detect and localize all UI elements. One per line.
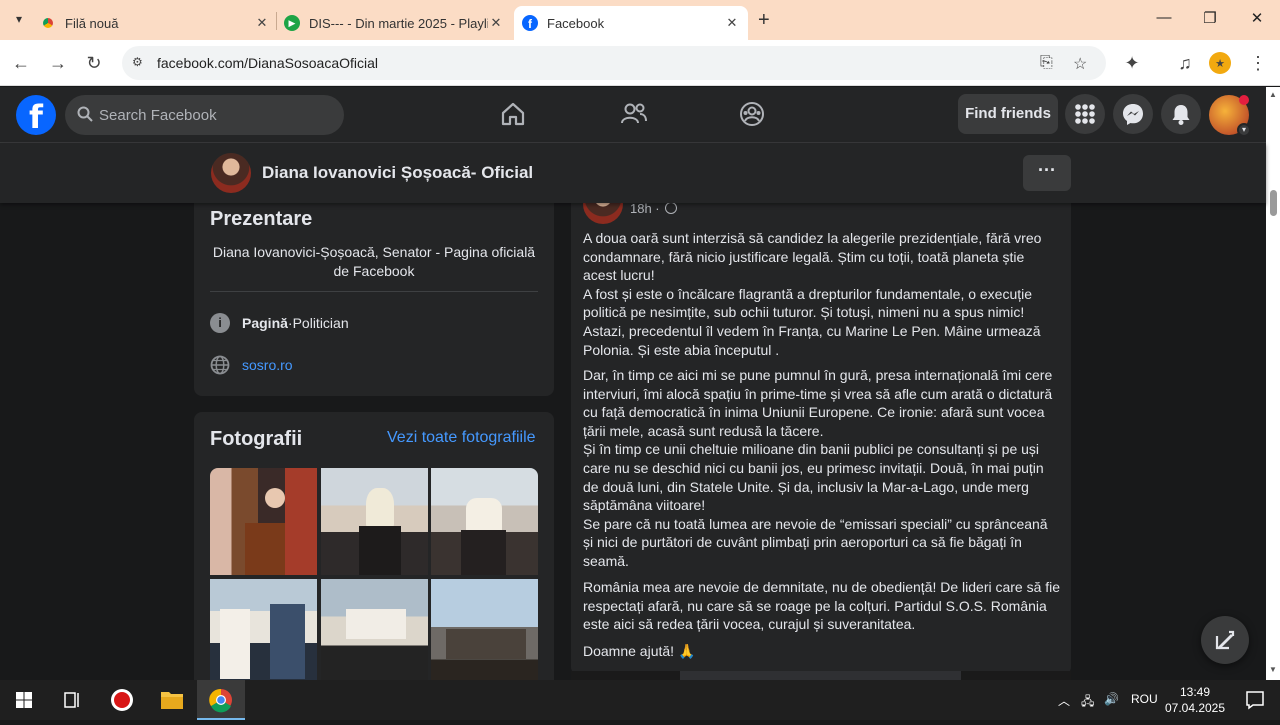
messenger-icon[interactable]	[1113, 94, 1153, 134]
close-icon[interactable]: ✕	[724, 15, 740, 31]
photo-thumbnail[interactable]	[321, 579, 428, 686]
volume-icon[interactable]: 🔊	[1104, 692, 1119, 706]
groups-icon[interactable]	[739, 101, 767, 129]
notifications-bell-icon[interactable]	[1161, 94, 1201, 134]
chrome-icon	[40, 15, 56, 31]
search-input[interactable]	[99, 95, 329, 135]
media-control-icon[interactable]: ♫	[1173, 51, 1197, 75]
photo-thumbnail[interactable]	[431, 579, 538, 686]
category-row: i Pagină · Politician	[210, 313, 349, 333]
install-app-icon[interactable]: ⎘	[1040, 54, 1053, 72]
photo-thumbnail[interactable]	[321, 468, 428, 575]
category-label: Pagină	[242, 315, 288, 331]
post-paragraph-text: Dar, în timp ce aici mi se pune pumnul î…	[583, 367, 1053, 569]
post-paragraph-text: A doua oară sunt interzisă să candidez l…	[583, 230, 1042, 358]
post-paragraph: România mea are nevoie de demnitate, nu …	[583, 578, 1061, 634]
find-friends-button[interactable]: Find friends	[958, 94, 1058, 134]
divider	[210, 291, 538, 292]
action-center-icon[interactable]	[1232, 680, 1280, 720]
tab-facebook[interactable]: f Facebook ✕	[514, 6, 748, 40]
tab-new-tab[interactable]: Filă nouă ✕	[40, 6, 270, 40]
facebook-icon: f	[522, 15, 538, 31]
scroll-thumb[interactable]	[1270, 190, 1277, 216]
menu-grid-icon[interactable]	[1065, 94, 1105, 134]
page-name[interactable]: Diana Iovanovici Șoșoacă- Oficial	[262, 163, 533, 183]
facebook-search[interactable]	[65, 95, 344, 135]
clock-time: 13:49	[1179, 685, 1211, 699]
photo-thumbnail[interactable]	[210, 579, 317, 686]
scroll-down-icon[interactable]: ▼	[1269, 665, 1277, 674]
back-button[interactable]: ←	[9, 51, 33, 75]
website-row: sosro.ro	[210, 355, 293, 375]
window-close-button[interactable]: ✕	[1247, 9, 1267, 27]
site-info-icon[interactable]: ⚙	[132, 55, 148, 71]
profile-icon[interactable]: ★	[1209, 52, 1231, 74]
clock-date: 07.04.2025	[1164, 701, 1226, 715]
play-icon: ▶	[284, 15, 300, 31]
post-paragraph-text: Doamne ajută! 🙏	[583, 643, 696, 659]
post-meta: 18h ·	[630, 201, 678, 216]
windows-taskbar: ︿ 🖧 🔊 ROU 13:49 07.04.2025	[0, 680, 1280, 720]
post-paragraph-text: România mea are nevoie de demnitate, nu …	[583, 579, 1061, 633]
browser-toolbar: ← → ↻ ⚙ facebook.com/DianaSosoacaOficial…	[0, 40, 1280, 86]
record-app-icon[interactable]	[98, 680, 146, 720]
address-bar[interactable]: ⚙ facebook.com/DianaSosoacaOficial ⎘ ☆	[122, 46, 1106, 80]
account-avatar[interactable]: ▾	[1209, 95, 1251, 137]
photos-title: Fotografii	[210, 428, 303, 450]
file-explorer-icon[interactable]	[148, 680, 196, 720]
network-icon[interactable]: 🖧	[1081, 692, 1094, 713]
page-avatar[interactable]	[211, 153, 251, 193]
url-text: facebook.com/DianaSosoacaOficial	[157, 55, 379, 71]
restore-button[interactable]: ❐	[1200, 9, 1220, 27]
scroll-up-icon[interactable]: ▲	[1269, 90, 1277, 99]
extensions-icon[interactable]: ✦	[1120, 51, 1144, 75]
taskbar-clock[interactable]: 13:49 07.04.2025	[1162, 684, 1228, 716]
globe-icon	[210, 355, 230, 375]
page-scrollbar[interactable]: ▲ ▼	[1266, 87, 1280, 680]
notification-dot	[1239, 95, 1249, 105]
close-icon[interactable]: ✕	[488, 15, 504, 31]
home-icon[interactable]	[500, 101, 528, 129]
input-language[interactable]: ROU	[1131, 692, 1158, 706]
friends-icon[interactable]	[620, 101, 648, 129]
forward-button[interactable]: →	[46, 51, 70, 75]
chevron-up-icon[interactable]: ︿	[1058, 692, 1070, 709]
windows-start-icon[interactable]	[0, 680, 48, 720]
see-all-photos-link[interactable]: Vezi toate fotografiile	[387, 429, 536, 447]
intro-bio: Diana Iovanovici-Șoșoacă, Senator - Pagi…	[212, 244, 536, 279]
post-paragraph: Doamne ajută! 🙏	[583, 642, 1061, 661]
tab-search-button[interactable]: ▾	[8, 8, 30, 30]
bookmark-star-icon[interactable]: ☆	[1073, 54, 1087, 74]
facebook-header: f Find friends ▾	[0, 87, 1266, 143]
photo-thumbnail[interactable]	[431, 468, 538, 575]
facebook-logo[interactable]: f	[16, 95, 56, 136]
post-paragraph: A doua oară sunt interzisă să candidez l…	[583, 229, 1061, 359]
chevron-down-icon[interactable]: ▾	[1237, 123, 1251, 137]
photo-thumbnail[interactable]	[210, 468, 317, 575]
tab-playlist[interactable]: ▶ DIS--- - Din martie 2025 - Playlist ✕	[284, 6, 504, 40]
info-icon: i	[210, 313, 230, 333]
category-value: Politician	[292, 315, 349, 331]
new-message-button[interactable]	[1201, 616, 1249, 664]
minimize-button[interactable]: —	[1154, 9, 1174, 26]
intro-title: Prezentare	[210, 208, 313, 230]
chrome-taskbar-icon[interactable]	[197, 680, 245, 720]
globe-icon	[665, 202, 678, 214]
post-time[interactable]: 18h ·	[630, 201, 660, 216]
more-options-button[interactable]: ···	[1023, 155, 1071, 191]
website-link[interactable]: sosro.ro	[242, 357, 293, 373]
post-paragraph: Dar, în timp ce aici mi se pune pumnul î…	[583, 366, 1061, 571]
browser-tabstrip: ▾ Filă nouă ✕ ▶ DIS--- - Din martie 2025…	[0, 0, 1280, 40]
task-view-icon[interactable]	[48, 680, 96, 720]
reload-button[interactable]: ↻	[82, 51, 106, 75]
chrome-menu-icon[interactable]: ⋮	[1246, 51, 1270, 75]
search-icon	[77, 106, 93, 122]
new-tab-button[interactable]: +	[758, 9, 770, 32]
page-subheader: Diana Iovanovici Șoșoacă- Oficial ···	[0, 143, 1266, 203]
close-icon[interactable]: ✕	[254, 15, 270, 31]
tab-separator	[276, 12, 277, 30]
